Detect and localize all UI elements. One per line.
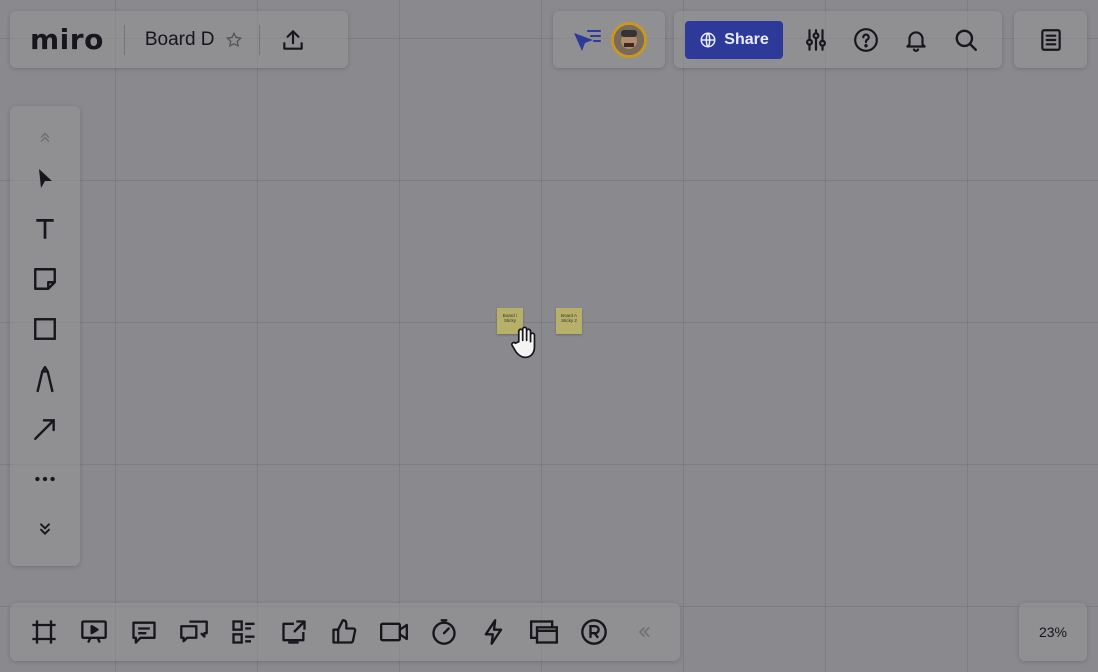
- registered-app-icon[interactable]: [575, 613, 613, 651]
- search-icon[interactable]: [941, 21, 991, 59]
- top-right-toolbar: Share: [674, 11, 1002, 68]
- voting-thumbs-up-icon[interactable]: [325, 613, 363, 651]
- frame-icon[interactable]: [25, 613, 63, 651]
- sticky-note-text: Board / Sticky: [502, 313, 518, 323]
- header-divider: [123, 24, 125, 55]
- screen-share-icon[interactable]: [275, 613, 313, 651]
- video-call-icon[interactable]: [375, 613, 413, 651]
- board-notes-panel: [1014, 11, 1087, 68]
- zoom-control[interactable]: 23%: [1019, 603, 1087, 661]
- connection-arrow-icon[interactable]: [21, 404, 69, 454]
- star-icon[interactable]: [219, 21, 249, 59]
- follow-cursor-icon[interactable]: [571, 21, 603, 59]
- card-list-icon[interactable]: [225, 613, 263, 651]
- select-cursor-icon[interactable]: [21, 154, 69, 204]
- embed-window-icon[interactable]: [525, 613, 563, 651]
- header-divider: [258, 24, 260, 55]
- collapse-up-icon[interactable]: [21, 120, 69, 154]
- settings-sliders-icon[interactable]: [791, 21, 841, 59]
- export-upload-icon[interactable]: [274, 21, 312, 59]
- hand-cursor-icon: [511, 326, 536, 359]
- creation-toolbar: [10, 106, 80, 566]
- miro-logo[interactable]: miro: [30, 25, 104, 54]
- share-button[interactable]: Share: [685, 20, 783, 59]
- text-tool-icon[interactable]: [21, 204, 69, 254]
- lightning-icon[interactable]: [475, 613, 513, 651]
- share-label: Share: [724, 30, 769, 48]
- sticky-note[interactable]: Board A Sticky 2: [556, 308, 582, 334]
- expand-down-icon[interactable]: [21, 504, 69, 554]
- bottom-toolbar: [10, 603, 680, 661]
- more-tools-icon[interactable]: [21, 454, 69, 504]
- shape-rectangle-icon[interactable]: [21, 304, 69, 354]
- sticky-note-icon[interactable]: [21, 254, 69, 304]
- comments-icon[interactable]: [125, 613, 163, 651]
- pen-tool-icon[interactable]: [21, 354, 69, 404]
- chat-icon[interactable]: [175, 613, 213, 651]
- globe-icon: [700, 32, 716, 47]
- board-header: miro Board D: [10, 11, 348, 68]
- timer-icon[interactable]: [425, 613, 463, 651]
- notes-icon[interactable]: [1032, 21, 1070, 59]
- collaborators-panel: [553, 11, 665, 68]
- user-avatar[interactable]: [611, 21, 647, 58]
- help-icon[interactable]: [841, 21, 891, 59]
- board-title[interactable]: Board D: [145, 29, 215, 51]
- presentation-icon[interactable]: [75, 613, 113, 651]
- bell-icon[interactable]: [891, 21, 941, 59]
- zoom-level: 23%: [1038, 624, 1068, 640]
- collapse-toolbar-icon[interactable]: [625, 613, 663, 651]
- sticky-note-text: Board A Sticky 2: [560, 313, 577, 323]
